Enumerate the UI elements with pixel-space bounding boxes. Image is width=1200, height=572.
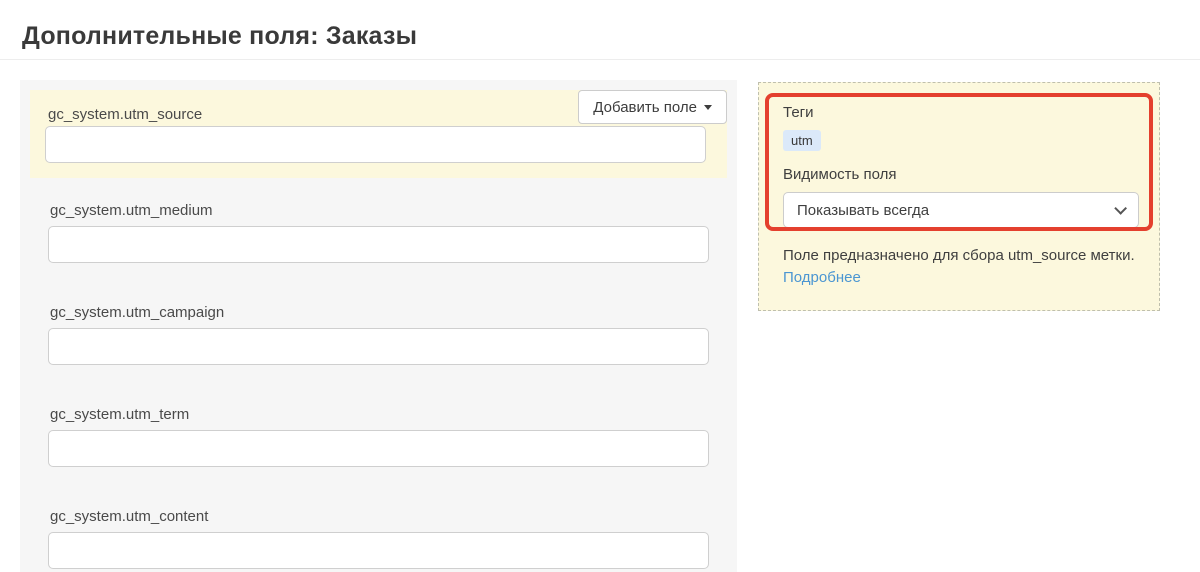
field-input-utm-source[interactable] — [45, 126, 706, 163]
page-title: Дополнительные поля: Заказы — [22, 22, 418, 50]
chevron-down-icon — [1114, 201, 1127, 215]
field-visibility-select[interactable]: Показывать всегда — [783, 192, 1139, 228]
field-input-utm-campaign[interactable] — [48, 328, 709, 365]
field-label-utm-medium: gc_system.utm_medium — [50, 202, 213, 219]
field-group-utm-content: gc_system.utm_content — [48, 508, 709, 569]
tag-badge-utm: utm — [783, 130, 821, 151]
field-label-utm-source: gc_system.utm_source — [48, 106, 203, 123]
highlighted-field-block: gc_system.utm_source Добавить поле — [30, 90, 727, 178]
field-group-utm-term: gc_system.utm_term — [48, 406, 709, 467]
field-input-utm-medium[interactable] — [48, 226, 709, 263]
details-link[interactable]: Подробнее — [783, 269, 861, 286]
fields-list-panel: gc_system.utm_source Добавить поле gc_sy… — [20, 80, 737, 572]
field-label-utm-term: gc_system.utm_term — [50, 406, 190, 423]
field-visibility-label: Видимость поля — [783, 166, 897, 183]
field-label-utm-campaign: gc_system.utm_campaign — [50, 304, 225, 321]
field-settings-panel: Теги utm Видимость поля Показывать всегд… — [758, 82, 1160, 311]
add-field-button-label: Добавить поле — [593, 98, 697, 116]
field-input-utm-content[interactable] — [48, 532, 709, 569]
field-visibility-selected-value: Показывать всегда — [797, 201, 930, 219]
field-input-utm-term[interactable] — [48, 430, 709, 467]
field-description: Поле предназначено для сбора utm_source … — [783, 247, 1135, 264]
field-group-utm-campaign: gc_system.utm_campaign — [48, 304, 709, 365]
tags-label: Теги — [783, 104, 814, 121]
add-field-button[interactable]: Добавить поле — [578, 90, 727, 124]
page: Дополнительные поля: Заказы gc_system.ut… — [0, 0, 1200, 572]
field-label-utm-content: gc_system.utm_content — [50, 508, 209, 525]
field-group-utm-medium: gc_system.utm_medium — [48, 202, 709, 263]
caret-down-icon — [704, 104, 712, 110]
title-divider — [0, 59, 1200, 60]
